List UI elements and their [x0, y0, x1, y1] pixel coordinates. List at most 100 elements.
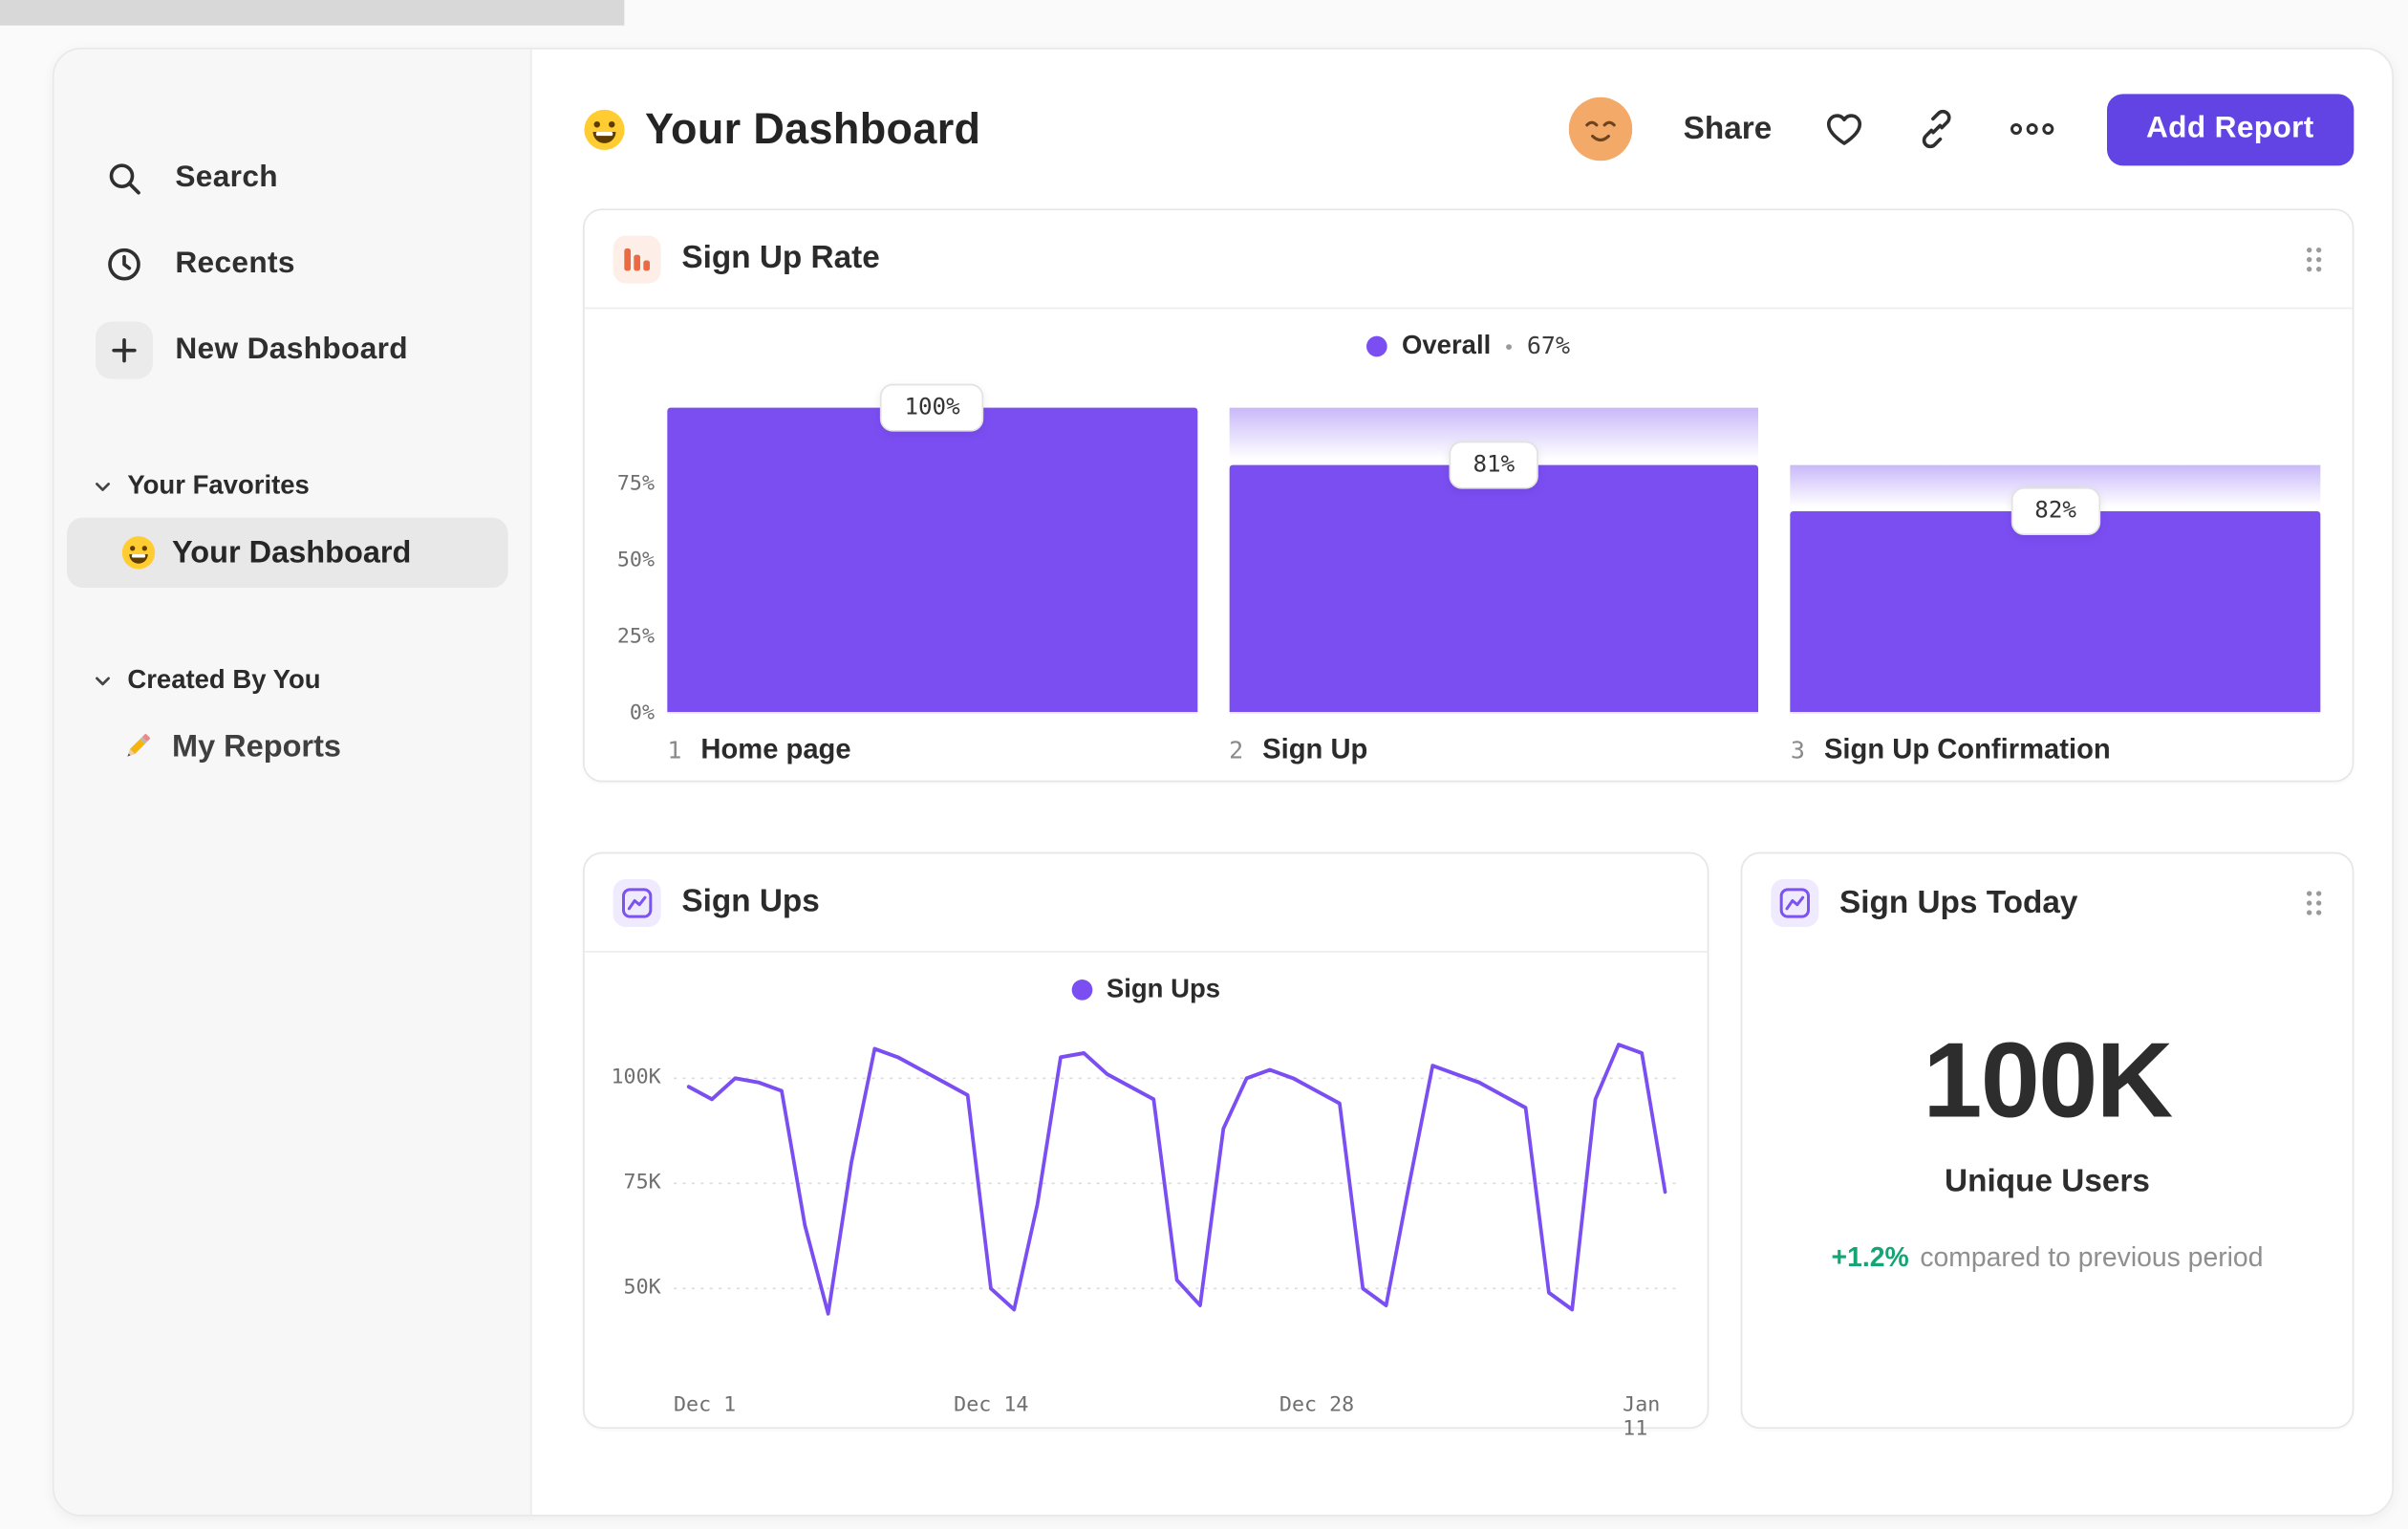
series-color-dot: [1366, 334, 1387, 356]
delta-note: compared to previous period: [1920, 1242, 2264, 1273]
line-chart-icon: [1771, 879, 1819, 928]
sidebar-item-label: Your Dashboard: [172, 534, 412, 570]
favorites-section-title: Your Favorites: [127, 470, 310, 500]
funnel-step-column[interactable]: 100% 1 Home page: [667, 383, 1197, 766]
funnel-chart: 75% 50% 25% 0% 100% 1 Home page 81% 2 Si…: [585, 382, 2353, 766]
sidebar-item-recents[interactable]: Recents: [54, 222, 530, 308]
page-title: Your Dashboard: [645, 104, 981, 153]
step-name: Home page: [700, 732, 851, 765]
funnel-legend[interactable]: Overall • 67%: [585, 309, 2353, 382]
funnel-step-column[interactable]: 81% 2 Sign Up: [1229, 407, 1759, 766]
y-tick: 0%: [629, 701, 656, 726]
grinning-face-emoji-icon: [121, 535, 157, 571]
legend-value: 67%: [1526, 331, 1571, 360]
sidebar-item-search[interactable]: Search: [54, 136, 530, 222]
card-title: Sign Ups Today: [1839, 884, 2078, 920]
favorites-section-header[interactable]: Your Favorites: [54, 457, 530, 514]
add-report-button[interactable]: Add Report: [2106, 93, 2354, 165]
card-title: Sign Ups: [681, 884, 820, 919]
y-tick: 100K: [611, 1066, 661, 1090]
header-actions: Share Add Report: [1568, 93, 2354, 165]
metric-value: 100K: [1923, 1021, 2173, 1141]
drag-handle-icon[interactable]: [2305, 889, 2324, 917]
sign-ups-today-card: Sign Ups Today 100K Unique Users +1.2% c…: [1740, 851, 2354, 1430]
x-tick: Dec 1: [674, 1393, 737, 1418]
step-name: Sign Up: [1262, 732, 1368, 765]
step-name: Sign Up Confirmation: [1823, 732, 2111, 765]
x-tick: Dec 14: [954, 1393, 1029, 1418]
pencil-emoji-icon: [121, 729, 157, 764]
chevron-down-icon: [93, 670, 114, 691]
sidebar-item-new-dashboard[interactable]: New Dashboard: [54, 308, 530, 394]
more-options-icon[interactable]: [2008, 121, 2055, 138]
y-tick: 75%: [616, 472, 656, 497]
funnel-chart-icon: [613, 234, 661, 283]
search-icon: [96, 150, 153, 207]
user-avatar[interactable]: [1568, 97, 1633, 162]
grinning-face-emoji-icon: [583, 108, 626, 151]
sidebar-item-your-dashboard[interactable]: Your Dashboard: [67, 517, 508, 589]
funnel-conversion-chip: 81%: [1449, 441, 1539, 490]
line-chart[interactable]: 100K 75K 50K Dec 1 Dec 14 Dec 28 Jan 11: [611, 1035, 1679, 1441]
sidebar-item-label: Recents: [175, 247, 295, 281]
screen: Search Recents New Dashboard Your Favori…: [0, 0, 2408, 1529]
card-header: Sign Up Rate: [584, 210, 2353, 310]
copy-link-icon[interactable]: [1915, 108, 1956, 149]
metric-label: Unique Users: [1945, 1164, 2150, 1200]
y-tick: 50%: [616, 549, 656, 573]
y-tick: 75K: [623, 1171, 661, 1195]
sidebar-item-label: New Dashboard: [175, 333, 408, 367]
funnel-step-column[interactable]: 82% 3 Sign Up Confirmation: [1790, 408, 2321, 766]
signups-series-line: [686, 1043, 1667, 1316]
created-by-you-section-title: Created By You: [127, 664, 321, 694]
line-x-axis: Dec 1 Dec 14 Dec 28 Jan 11: [674, 1388, 1679, 1441]
funnel-bar-fill[interactable]: [667, 407, 1197, 713]
funnel-conversion-chip: 82%: [2010, 486, 2100, 535]
dashboard-row: Sign Ups Sign Ups 100K 75K 50K Dec 1 Dec…: [583, 851, 2354, 1441]
x-tick: Dec 28: [1279, 1393, 1355, 1418]
created-by-you-section-header[interactable]: Created By You: [54, 652, 530, 709]
card-header: Sign Ups: [584, 853, 1708, 953]
funnel-bar-fill[interactable]: [1229, 465, 1759, 713]
metric-delta-row: +1.2% compared to previous period: [1832, 1242, 2264, 1274]
sidebar-item-label: Search: [175, 161, 278, 195]
funnel-step-label: 1 Home page: [667, 733, 1196, 766]
funnel-step-label: 2 Sign Up: [1229, 733, 1758, 766]
background-window-edge: [0, 0, 625, 26]
funnel-bar-fill[interactable]: [1790, 510, 2321, 713]
line-chart-icon: [613, 878, 661, 927]
step-number: 2: [1229, 736, 1244, 765]
sign-up-rate-card: Sign Up Rate Overall • 67% 75% 50% 25% 0…: [583, 208, 2354, 783]
sidebar: Search Recents New Dashboard Your Favori…: [54, 49, 532, 1516]
sidebar-item-label: My Reports: [172, 728, 341, 764]
legend-label: Overall: [1401, 330, 1492, 359]
drag-handle-icon[interactable]: [2305, 245, 2324, 273]
line-legend[interactable]: Sign Ups: [585, 953, 1708, 1026]
legend-label: Sign Ups: [1106, 974, 1221, 1003]
funnel-y-axis: 75% 50% 25% 0%: [594, 408, 656, 725]
y-tick: 25%: [616, 625, 656, 650]
chevron-down-icon: [93, 476, 114, 497]
series-color-dot: [1071, 979, 1092, 1000]
card-title: Sign Up Rate: [681, 240, 880, 276]
sign-ups-card: Sign Ups Sign Ups 100K 75K 50K Dec 1 Dec…: [583, 851, 1709, 1441]
funnel-conversion-chip: 100%: [880, 383, 984, 432]
step-number: 3: [1790, 736, 1805, 765]
funnel-step-label: 3 Sign Up Confirmation: [1791, 733, 2320, 766]
favorite-heart-icon[interactable]: [1823, 108, 1864, 149]
step-number: 1: [667, 736, 682, 765]
sidebar-item-my-reports[interactable]: My Reports: [67, 712, 508, 782]
plus-icon: [96, 321, 154, 379]
big-number-body: 100K Unique Users +1.2% compared to prev…: [1742, 953, 2352, 1275]
card-header: Sign Ups Today: [1742, 853, 2352, 952]
funnel-bar-area: 82%: [1790, 408, 2321, 714]
app-window: Search Recents New Dashboard Your Favori…: [53, 48, 2395, 1517]
x-tick: Jan 11: [1623, 1393, 1661, 1442]
share-button[interactable]: Share: [1684, 111, 1773, 147]
delta-value: +1.2%: [1831, 1242, 1909, 1273]
line-chart-svg[interactable]: [674, 1035, 1679, 1377]
main-content: Your Dashboard Share Add Report Sign Up …: [532, 50, 2393, 1515]
y-tick: 50K: [623, 1276, 661, 1301]
funnel-bar-area: 81%: [1229, 407, 1759, 714]
dashboard-header: Your Dashboard Share Add Report: [583, 50, 2354, 209]
